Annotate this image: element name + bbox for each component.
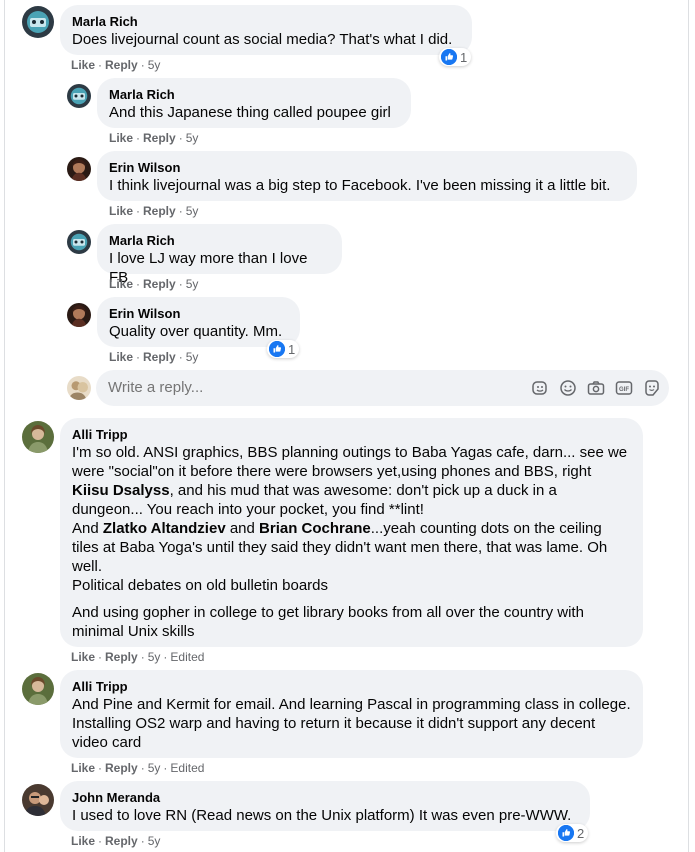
avatar-marla-rich[interactable] — [67, 84, 91, 108]
like-reaction-icon — [269, 341, 285, 357]
mention-link[interactable]: Kiisu Dsalyss — [72, 482, 170, 499]
comment-bubble: John Meranda I used to love RN (Read new… — [60, 781, 590, 831]
comment-actions: Like · Reply · 5y — [109, 204, 199, 218]
edited-label[interactable]: Edited — [170, 650, 204, 664]
comment-actions: Like · Reply · 5y — [71, 58, 161, 72]
comment-actions: Like · Reply · 5y — [71, 834, 161, 848]
edited-label[interactable]: Edited — [170, 761, 204, 775]
reaction-count[interactable]: 2 — [556, 824, 589, 842]
comment-bubble: Erin Wilson Quality over quantity. Mm. — [97, 297, 300, 347]
reply-button[interactable]: Reply — [105, 761, 138, 775]
timestamp[interactable]: 5y — [186, 350, 199, 364]
comment-actions: Like · Reply · 5y — [109, 277, 199, 291]
comment-bubble: Marla Rich I love LJ way more than I lov… — [97, 224, 342, 286]
like-button[interactable]: Like — [109, 131, 133, 145]
comment-author[interactable]: Marla Rich — [72, 13, 460, 30]
comment-author[interactable]: Marla Rich — [109, 232, 330, 249]
comment-author[interactable]: Erin Wilson — [109, 305, 288, 322]
avatar-john-meranda[interactable] — [22, 784, 54, 816]
like-reaction-icon — [558, 825, 574, 841]
like-button[interactable]: Like — [71, 761, 95, 775]
avatar-marla-rich[interactable] — [67, 230, 91, 254]
reaction-count[interactable]: 1 — [439, 48, 472, 66]
timestamp[interactable]: 5y — [186, 131, 199, 145]
comment-author[interactable]: Alli Tripp — [72, 426, 631, 443]
mention-link[interactable]: Zlatko Altandziev — [103, 520, 226, 537]
timestamp[interactable]: 5y — [148, 650, 161, 664]
like-button[interactable]: Like — [71, 650, 95, 664]
reply-button[interactable]: Reply — [143, 277, 176, 291]
reply-button[interactable]: Reply — [105, 834, 138, 848]
comment-actions: Like · Reply · 5y · Edited — [71, 650, 205, 664]
comment-actions: Like · Reply · 5y — [109, 131, 199, 145]
svg-text:GIF: GIF — [619, 387, 629, 393]
comment-author[interactable]: Erin Wilson — [109, 159, 625, 176]
reply-button[interactable]: Reply — [143, 350, 176, 364]
comment-text: I used to love RN (Read news on the Unix… — [72, 807, 572, 824]
comment-author[interactable]: Alli Tripp — [72, 678, 631, 695]
comment-text: And Pine and Kermit for email. And learn… — [72, 696, 631, 751]
reaction-number: 1 — [288, 341, 296, 357]
camera-icon[interactable] — [587, 379, 605, 397]
reply-button[interactable]: Reply — [143, 131, 176, 145]
avatar-erin-wilson[interactable] — [67, 303, 91, 327]
like-button[interactable]: Like — [109, 204, 133, 218]
comment-author[interactable]: Marla Rich — [109, 86, 399, 103]
like-button[interactable]: Like — [109, 350, 133, 364]
timestamp[interactable]: 5y — [148, 761, 161, 775]
comment-actions: Like · Reply · 5y · Edited — [71, 761, 205, 775]
like-reaction-icon — [441, 49, 457, 65]
avatar-marla-rich[interactable] — [22, 6, 54, 38]
comment-text: I'm so old. ANSI graphics, BBS planning … — [72, 444, 628, 640]
comment-bubble: Marla Rich And this Japanese thing calle… — [97, 78, 411, 128]
reply-tools: GIF — [531, 379, 661, 397]
gif-icon[interactable]: GIF — [615, 379, 633, 397]
reply-box[interactable]: GIF — [96, 370, 669, 406]
avatar-alli-tripp[interactable] — [22, 421, 54, 453]
emoji-icon[interactable] — [559, 379, 577, 397]
comment-actions: Like · Reply · 5y — [109, 350, 199, 364]
comment-bubble: Erin Wilson I think livejournal was a bi… — [97, 151, 637, 201]
comment-author[interactable]: John Meranda — [72, 789, 578, 806]
like-button[interactable]: Like — [109, 277, 133, 291]
reaction-count[interactable]: 1 — [267, 340, 300, 358]
avatar-sticker-icon[interactable] — [531, 379, 549, 397]
feed-border-right — [688, 0, 689, 852]
comment-text: Does livejournal count as social media? … — [72, 31, 453, 48]
comment-text: And this Japanese thing called poupee gi… — [109, 104, 391, 121]
comment-bubble: Alli Tripp I'm so old. ANSI graphics, BB… — [60, 418, 643, 647]
mention-link[interactable]: Brian Cochrane — [259, 520, 371, 537]
avatar-alli-tripp[interactable] — [22, 673, 54, 705]
reply-button[interactable]: Reply — [105, 650, 138, 664]
comment-text: I think livejournal was a big step to Fa… — [109, 177, 611, 194]
like-button[interactable]: Like — [71, 58, 95, 72]
timestamp[interactable]: 5y — [186, 204, 199, 218]
avatar-erin-wilson[interactable] — [67, 157, 91, 181]
reaction-number: 1 — [460, 49, 468, 65]
reaction-number: 2 — [577, 825, 585, 841]
timestamp[interactable]: 5y — [148, 834, 161, 848]
reply-input[interactable] — [108, 379, 488, 396]
comment-bubble: Marla Rich Does livejournal count as soc… — [60, 5, 472, 55]
comment-text: Quality over quantity. Mm. — [109, 323, 283, 340]
avatar-current-user — [67, 376, 91, 400]
comment-bubble: Alli Tripp And Pine and Kermit for email… — [60, 670, 643, 758]
timestamp[interactable]: 5y — [186, 277, 199, 291]
feed-border-left — [4, 0, 5, 852]
reply-button[interactable]: Reply — [143, 204, 176, 218]
like-button[interactable]: Like — [71, 834, 95, 848]
sticker-icon[interactable] — [643, 379, 661, 397]
timestamp[interactable]: 5y — [148, 58, 161, 72]
reply-button[interactable]: Reply — [105, 58, 138, 72]
